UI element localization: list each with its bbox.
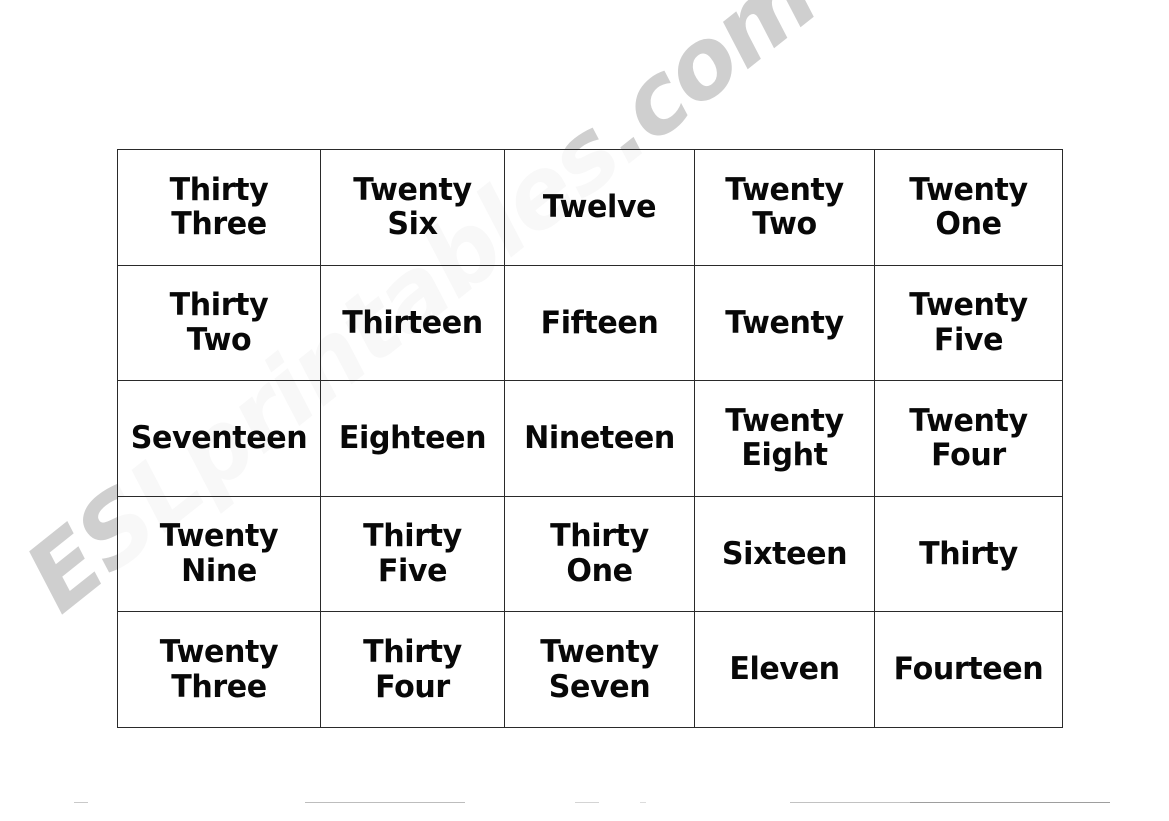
bingo-cell-label: Twelve	[542, 188, 657, 225]
bingo-cell[interactable]: Twenty Five	[874, 264, 1063, 382]
bingo-cell[interactable]: Thirty One	[504, 495, 695, 613]
bingo-cell[interactable]: Thirty Two	[117, 264, 321, 382]
bingo-cell-label: Twenty Nine	[159, 518, 279, 590]
bingo-cell[interactable]: Twenty Two	[694, 149, 875, 266]
bingo-cell-label: Twenty	[725, 304, 844, 341]
bingo-cell-label: Twenty Five	[909, 287, 1028, 358]
bingo-cell-label: Thirty One	[550, 518, 649, 590]
bingo-cell[interactable]: Twenty Nine	[117, 495, 321, 613]
bingo-cell[interactable]: Twenty	[694, 264, 875, 382]
bingo-cell[interactable]: Twenty Seven	[504, 611, 695, 728]
bingo-cell[interactable]: Twelve	[504, 149, 695, 266]
bingo-cell-label: Twenty Three	[159, 633, 279, 705]
bingo-cell[interactable]: Twenty Four	[874, 380, 1063, 497]
bingo-cell-label: Eleven	[729, 651, 840, 688]
bingo-cell[interactable]: Fourteen	[874, 611, 1063, 728]
bingo-cell[interactable]: Eighteen	[320, 380, 505, 497]
bingo-cell[interactable]: Seventeen	[117, 380, 321, 497]
bingo-card-body: Thirty Three Twenty Six Twelve Twenty Tw…	[117, 149, 1063, 728]
bingo-cell[interactable]: Twenty Three	[117, 611, 321, 728]
bingo-cell-label: Twenty Four	[909, 402, 1028, 474]
bingo-cell-label: Thirteen	[342, 304, 483, 341]
bingo-cell-label: Fourteen	[893, 651, 1044, 688]
scan-artifact-line	[305, 802, 465, 803]
scan-artifact-line	[74, 802, 88, 803]
bingo-cell-label: Nineteen	[524, 420, 675, 457]
bingo-cell[interactable]: Thirty Five	[320, 495, 505, 613]
bingo-row: Twenty Three Thirty Four Twenty Seven El…	[117, 611, 1063, 728]
bingo-cell-label: Twenty One	[909, 171, 1028, 243]
bingo-cell-label: Twenty Seven	[540, 633, 659, 705]
bingo-cell-label: Thirty	[919, 535, 1018, 572]
bingo-cell-label: Thirty Two	[169, 287, 269, 358]
bingo-cell-label: Thirty Five	[363, 518, 462, 590]
bingo-cell-label: Thirty Four	[363, 633, 462, 705]
scan-artifact-line	[575, 802, 599, 803]
bingo-cell[interactable]: Eleven	[694, 611, 875, 728]
bingo-cell[interactable]: Thirty Four	[320, 611, 505, 728]
scan-artifact-line	[910, 802, 1110, 803]
bingo-cell-label: Twenty Eight	[725, 402, 844, 474]
bingo-cell[interactable]: Thirty	[874, 495, 1063, 613]
bingo-row: Twenty Nine Thirty Five Thirty One Sixte…	[117, 495, 1063, 613]
bingo-row: Seventeen Eighteen Nineteen Twenty Eight…	[117, 380, 1063, 497]
scan-artifact-line	[790, 802, 910, 803]
bingo-cell[interactable]: Twenty Eight	[694, 380, 875, 497]
bingo-cell-label: Twenty Six	[353, 171, 472, 243]
worksheet-page: ESLprintables.com Thirty Three Twenty Si…	[0, 0, 1169, 821]
bingo-cell[interactable]: Twenty Six	[320, 149, 505, 266]
bingo-cell[interactable]: Thirteen	[320, 264, 505, 382]
bingo-cell[interactable]: Thirty Three	[117, 149, 321, 266]
bingo-cell[interactable]: Nineteen	[504, 380, 695, 497]
bingo-cell-label: Thirty Three	[169, 171, 269, 243]
bingo-cell[interactable]: Sixteen	[694, 495, 875, 613]
bingo-card-table: Thirty Three Twenty Six Twelve Twenty Tw…	[117, 149, 1063, 728]
bingo-cell-label: Sixteen	[721, 535, 848, 572]
bingo-cell-label: Eighteen	[338, 420, 487, 457]
scan-artifact-line	[640, 802, 646, 803]
bingo-cell[interactable]: Twenty One	[874, 149, 1063, 266]
bingo-row: Thirty Three Twenty Six Twelve Twenty Tw…	[117, 149, 1063, 266]
bingo-cell-label: Twenty Two	[725, 171, 844, 243]
bingo-cell-label: Fifteen	[540, 304, 659, 341]
bingo-cell-label: Seventeen	[130, 420, 308, 457]
bingo-row: Thirty Two Thirteen Fifteen Twenty Twent…	[117, 264, 1063, 382]
bingo-cell[interactable]: Fifteen	[504, 264, 695, 382]
